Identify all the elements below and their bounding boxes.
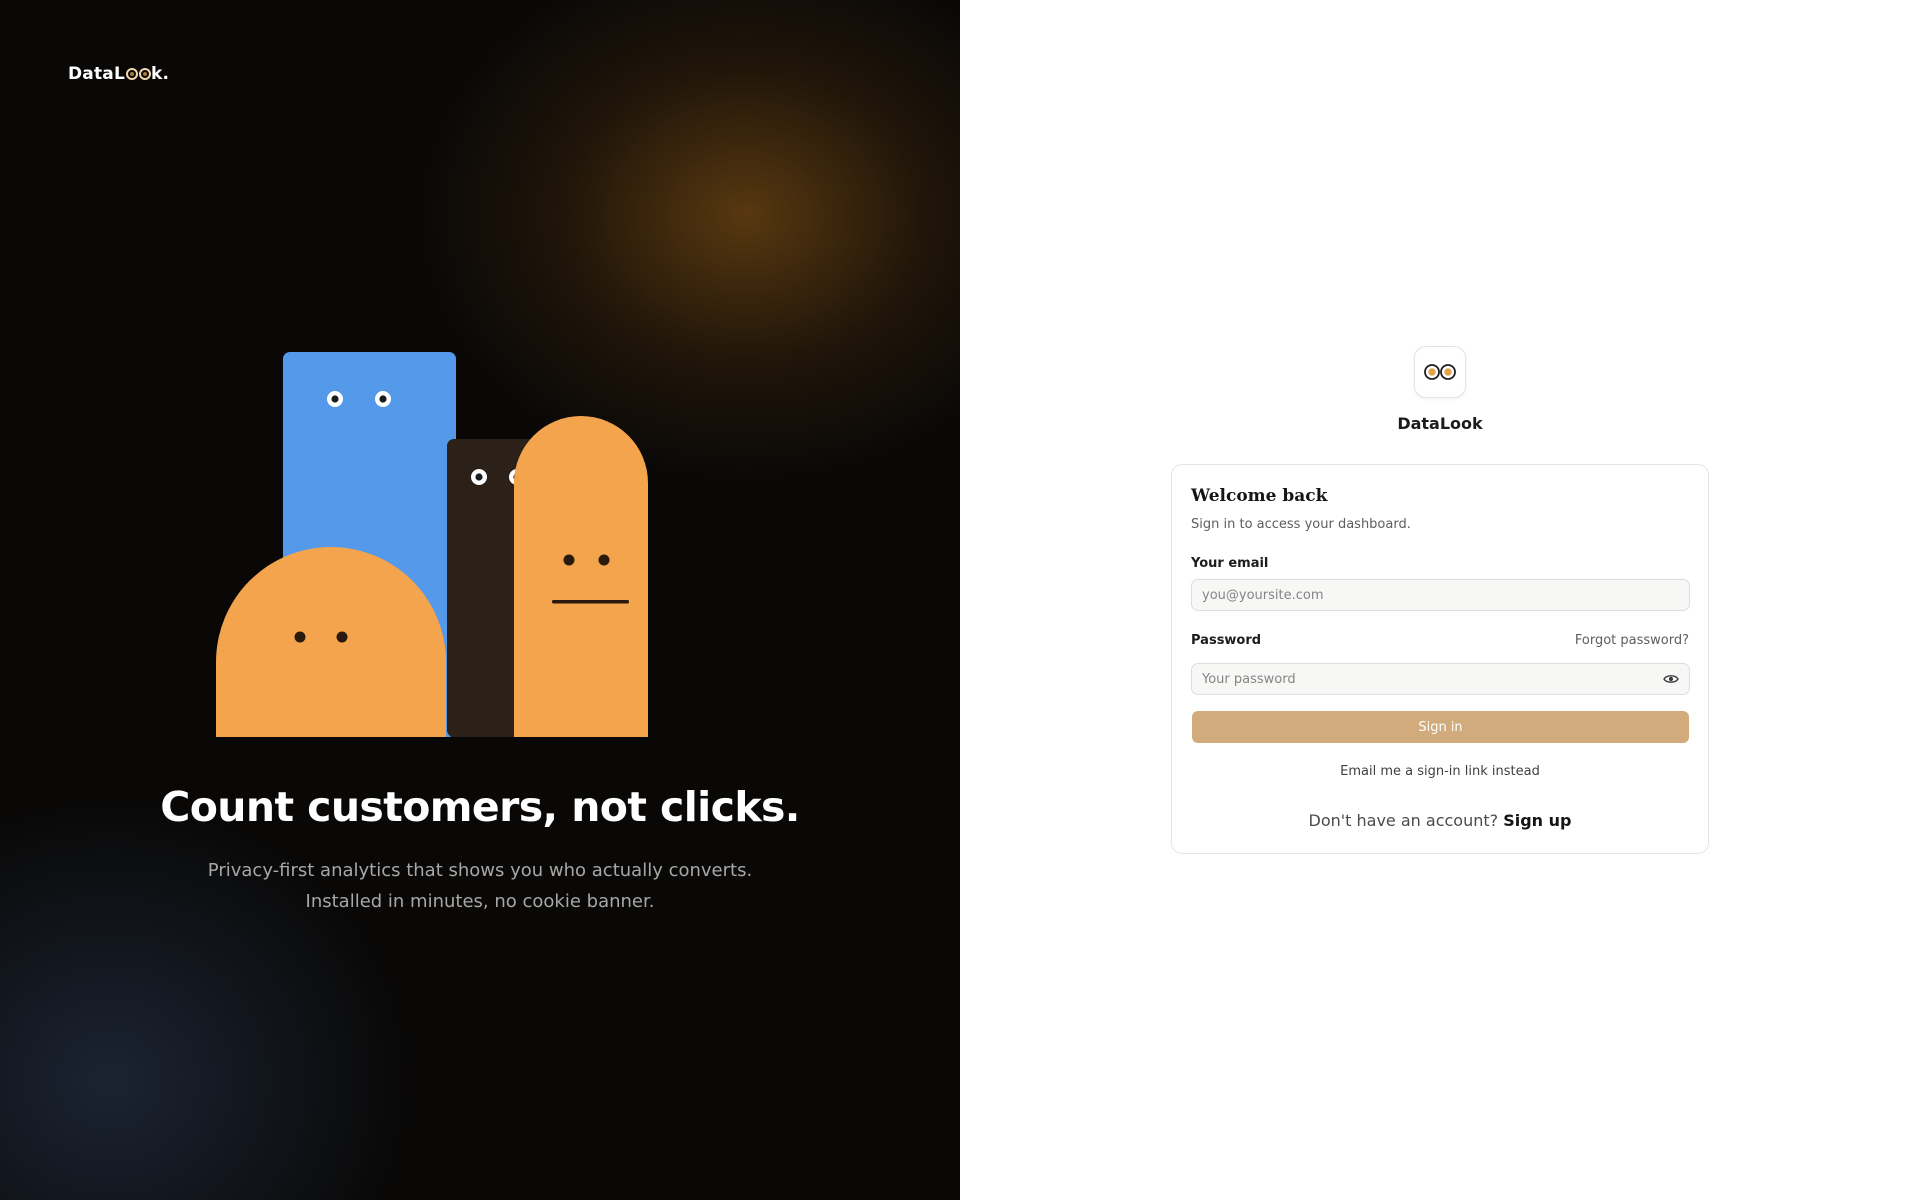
orange-pill-character	[514, 416, 648, 737]
hero-panel: DataL k. Count customers, not clicks. Pri…	[0, 0, 960, 1200]
hero-subline-1: Privacy-first analytics that shows you w…	[207, 860, 753, 881]
eye-dot	[598, 554, 610, 566]
hero-headline: Count customers, not clicks.	[160, 783, 800, 831]
no-account-text: Don't have an account?	[1308, 811, 1499, 830]
password-field-wrapper	[1191, 663, 1690, 695]
eye-pupil	[331, 395, 339, 403]
eyes-logo-icon	[1424, 364, 1456, 380]
email-label: Your email	[1191, 556, 1269, 571]
signup-prompt: Don't have an account? Sign up	[1172, 811, 1708, 830]
mascot-illustration	[216, 352, 648, 737]
signin-card: Welcome back Sign in to access your dash…	[1171, 464, 1709, 854]
hero-subline: Privacy-first analytics that shows you w…	[0, 855, 960, 917]
brand-suffix: k.	[151, 64, 170, 84]
email-signin-link[interactable]: Email me a sign-in link instead	[1172, 764, 1708, 779]
brand-logo[interactable]: DataL k.	[68, 64, 169, 84]
hero-subline-2: Installed in minutes, no cookie banner.	[305, 891, 655, 912]
eye-pupil	[379, 395, 387, 403]
email-field-wrapper	[1191, 579, 1690, 611]
card-subtitle: Sign in to access your dashboard.	[1191, 517, 1411, 532]
sign-in-button[interactable]: Sign in	[1192, 711, 1689, 743]
eye-dot	[336, 631, 348, 643]
password-label: Password	[1191, 633, 1262, 648]
email-field[interactable]	[1192, 580, 1689, 610]
sign-up-link[interactable]: Sign up	[1503, 811, 1571, 830]
eye-icon	[1663, 675, 1679, 683]
logo-eye-icon	[125, 68, 138, 80]
mouth-line	[552, 600, 629, 604]
card-title: Welcome back	[1191, 486, 1328, 506]
app-logo	[1414, 346, 1466, 398]
logo-eye-icon	[138, 68, 151, 80]
app-name: DataLook	[1397, 414, 1483, 433]
forgot-password-link[interactable]: Forgot password?	[1575, 633, 1689, 648]
eye-dot	[563, 554, 575, 566]
show-password-toggle[interactable]	[1662, 671, 1680, 687]
password-field[interactable]	[1192, 664, 1689, 694]
brand-prefix: DataL	[68, 64, 126, 84]
eye-dot	[294, 631, 306, 643]
eye-pupil	[475, 473, 483, 481]
auth-panel: DataLook Welcome back Sign in to access …	[960, 0, 1920, 1200]
